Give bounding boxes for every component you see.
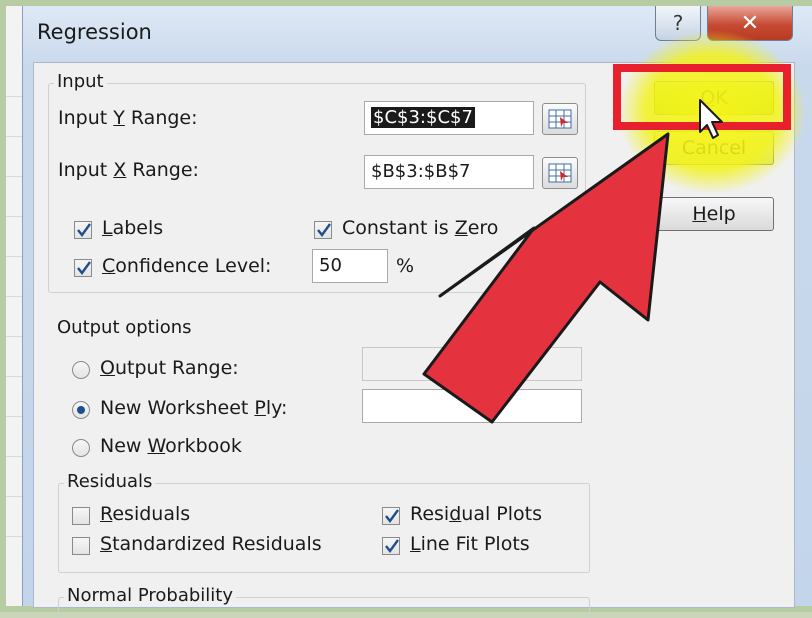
input-y-range-value: $C$3:$C$7: [371, 107, 475, 128]
regression-dialog: Regression ? ✕ Input Input Y Range: $C$3…: [22, 6, 812, 618]
new-workbook-radio[interactable]: [72, 439, 90, 457]
residuals-checkbox[interactable]: [72, 507, 90, 525]
help-icon[interactable]: ?: [655, 6, 701, 41]
check-icon: [317, 223, 331, 237]
confidence-level-field[interactable]: 50: [312, 249, 388, 283]
input-y-range-label: Input Y Range:: [58, 107, 198, 129]
new-worksheet-ply-radio[interactable]: [72, 401, 90, 419]
output-range-field[interactable]: [362, 347, 582, 381]
residuals-group: [58, 483, 590, 573]
dialog-title: Regression: [37, 20, 152, 44]
help-button[interactable]: Help: [654, 197, 774, 231]
input-y-range-field[interactable]: $C$3:$C$7: [364, 101, 534, 135]
ok-button[interactable]: OK: [654, 81, 774, 115]
residual-plots-label: Residual Plots: [410, 503, 542, 525]
new-workbook-label: New Workbook: [100, 435, 242, 457]
line-fit-plots-checkbox[interactable]: [382, 537, 400, 555]
check-icon: [385, 539, 399, 553]
constant-zero-checkbox[interactable]: [314, 221, 332, 239]
normal-probability-label: Normal Probability: [64, 585, 236, 606]
check-icon: [385, 509, 399, 523]
input-x-range-field[interactable]: $B$3:$B$7: [364, 155, 534, 189]
constant-zero-label: Constant is Zero: [342, 217, 499, 239]
new-worksheet-ply-label: New Worksheet Ply:: [100, 397, 288, 419]
input-group-label: Input: [54, 71, 107, 92]
standardized-residuals-label: Standardized Residuals: [100, 533, 322, 555]
input-x-range-label: Input X Range:: [58, 159, 199, 181]
percent-sign: %: [396, 255, 415, 277]
confidence-level-checkbox[interactable]: [74, 259, 92, 277]
line-fit-plots-label: Line Fit Plots: [410, 533, 530, 555]
new-worksheet-ply-field[interactable]: [362, 389, 582, 423]
output-options-label: Output options: [54, 317, 195, 338]
range-select-icon: [548, 109, 572, 129]
output-range-label: Output Range:: [100, 357, 239, 379]
output-range-radio[interactable]: [72, 361, 90, 379]
residuals-label: Residuals: [100, 503, 191, 525]
input-x-range-collapse-button[interactable]: [542, 157, 578, 189]
confidence-level-label: Confidence Level:: [102, 255, 272, 277]
check-icon: [77, 223, 91, 237]
residuals-group-label: Residuals: [64, 471, 156, 492]
check-icon: [77, 261, 91, 275]
standardized-residuals-checkbox[interactable]: [72, 537, 90, 555]
cancel-button[interactable]: Cancel: [654, 131, 774, 165]
residual-plots-checkbox[interactable]: [382, 507, 400, 525]
close-icon[interactable]: ✕: [707, 6, 793, 41]
dialog-body: Input Input Y Range: $C$3:$C$7 Input X R…: [33, 62, 795, 618]
labels-checkbox[interactable]: [74, 221, 92, 239]
input-y-range-collapse-button[interactable]: [542, 103, 578, 135]
labels-label: Labels: [102, 217, 164, 239]
range-select-icon: [548, 163, 572, 183]
